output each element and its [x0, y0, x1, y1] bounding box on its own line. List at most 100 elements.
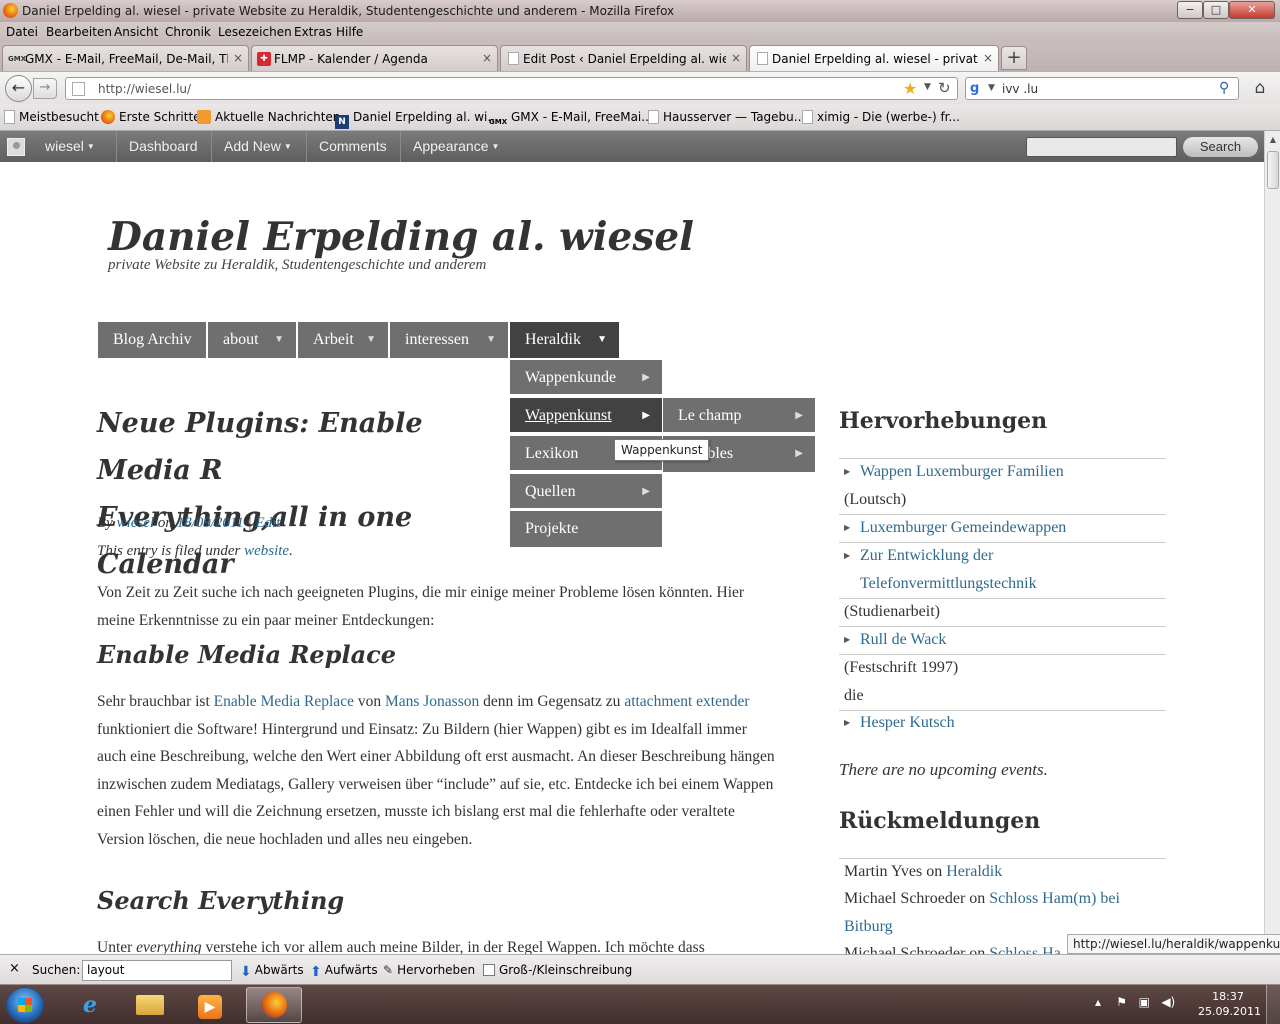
- tab-close-icon[interactable]: ×: [482, 51, 492, 65]
- nav-about[interactable]: about ▼: [208, 322, 296, 358]
- admin-dashboard-link[interactable]: Dashboard: [116, 131, 210, 162]
- maximize-button[interactable]: □: [1203, 1, 1229, 19]
- highlight-link-cont[interactable]: Telefonvermittlungstechnik: [860, 570, 1037, 598]
- nav-blog-archiv[interactable]: Blog Archiv: [98, 322, 206, 358]
- dropdown-wappenkunde[interactable]: Wappenkunde ▶: [510, 360, 662, 396]
- network-icon[interactable]: ▣: [1139, 995, 1150, 1009]
- nav-heraldik[interactable]: Heraldik ▼: [510, 322, 619, 358]
- scrollbar-thumb[interactable]: [1267, 151, 1279, 189]
- bookmark-meistbesucht[interactable]: Meistbesucht: [4, 110, 99, 124]
- taskbar-clock[interactable]: 18:37 25.09.2011: [1198, 989, 1261, 1019]
- admin-comments-link[interactable]: Comments: [306, 131, 399, 162]
- admin-appearance-menu[interactable]: Appearance ▼: [400, 131, 511, 162]
- highlight-item[interactable]: ▶ Rull de Wack: [844, 626, 946, 654]
- search-bar[interactable]: g ▼ ivv .lu ⚲: [965, 77, 1239, 100]
- flag-icon[interactable]: ⚑: [1116, 995, 1127, 1009]
- home-button[interactable]: ⌂: [1247, 78, 1273, 99]
- url-text[interactable]: http://wiesel.lu/: [98, 82, 191, 96]
- match-case-checkbox[interactable]: Groß-/Kleinschreibung: [483, 963, 632, 977]
- bookmark-gmx[interactable]: GMX GMX - E-Mail, FreeMai...: [489, 110, 653, 129]
- link-attachment-extender[interactable]: attachment extender: [624, 693, 749, 710]
- google-icon[interactable]: g: [970, 81, 986, 97]
- dropdown-wappenkunst[interactable]: Wappenkunst ▶: [510, 398, 662, 434]
- menu-ansicht[interactable]: Ansicht: [114, 25, 158, 39]
- volume-icon[interactable]: ◀): [1161, 995, 1175, 1009]
- admin-search-input[interactable]: [1026, 137, 1177, 157]
- bookmark-ximig[interactable]: ximig - Die (werbe-) fr...: [802, 110, 960, 124]
- bookmark-erste-schritte[interactable]: Erste Schritte: [101, 110, 201, 124]
- dropdown-quellen[interactable]: Quellen ▶: [510, 474, 662, 510]
- back-button[interactable]: ←: [5, 75, 32, 102]
- find-input[interactable]: layout: [82, 960, 232, 981]
- highlight-link[interactable]: Hesper Kutsch: [860, 714, 955, 731]
- highlight-all-button[interactable]: ✎ Hervorheben: [383, 963, 475, 977]
- dropdown-projekte[interactable]: Projekte: [510, 511, 662, 547]
- highlight-item[interactable]: ▶ Hesper Kutsch: [844, 709, 955, 737]
- find-prev-button[interactable]: ⬆ Aufwärts: [310, 963, 378, 980]
- highlight-item[interactable]: ▶ Zur Entwicklung der: [844, 542, 993, 570]
- bookmark-hausserver[interactable]: Hausserver — Tagebu...: [648, 110, 805, 124]
- highlight-item[interactable]: ▶ Luxemburger Gemeindewappen: [844, 514, 1066, 542]
- show-desktop-button[interactable]: [1266, 985, 1280, 1024]
- post-date-link[interactable]: 18/09/2011: [177, 515, 244, 531]
- highlight-link[interactable]: Luxemburger Gemeindewappen: [860, 519, 1066, 536]
- highlight-link[interactable]: Wappen Luxemburger Familien: [860, 463, 1064, 480]
- admin-add-new-menu[interactable]: Add New ▼: [211, 131, 304, 162]
- ie-taskbar-icon[interactable]: e: [62, 987, 118, 1023]
- tab-flmp[interactable]: ✚ FLMP - Kalender / Agenda ×: [251, 45, 498, 71]
- page-scrollbar[interactable]: ▲: [1264, 131, 1280, 954]
- bookmark-star-icon[interactable]: ★: [903, 79, 917, 98]
- chevron-down-icon[interactable]: ▼: [924, 82, 931, 92]
- highlight-link[interactable]: Telefonvermittlungstechnik: [860, 575, 1037, 592]
- search-input[interactable]: ivv .lu: [1002, 82, 1038, 96]
- explorer-taskbar-icon[interactable]: [122, 987, 178, 1023]
- scroll-up-icon[interactable]: ▲: [1265, 131, 1280, 148]
- reload-icon[interactable]: ↻: [938, 79, 951, 97]
- site-title[interactable]: Daniel Erpelding al. wiesel: [108, 214, 694, 260]
- minimize-button[interactable]: −: [1177, 1, 1203, 19]
- avatar[interactable]: [7, 138, 25, 156]
- tray-expand-icon[interactable]: ▴: [1095, 995, 1101, 1009]
- comment-post-link[interactable]: Schloss Ham(m) bei: [989, 890, 1120, 907]
- menu-hilfe[interactable]: Hilfe: [336, 25, 363, 39]
- start-button[interactable]: [6, 987, 44, 1023]
- submenu-le-champ[interactable]: Le champ ▶: [663, 398, 815, 434]
- tab-close-icon[interactable]: ×: [233, 51, 243, 65]
- close-window-button[interactable]: ✕: [1229, 1, 1275, 19]
- nav-arbeit[interactable]: Arbeit ▼: [298, 322, 388, 358]
- tab-gmx[interactable]: GMX GMX - E-Mail, FreeMail, De-Mail, The…: [2, 45, 249, 71]
- menu-bearbeiten[interactable]: Bearbeiten: [46, 25, 112, 39]
- tab-edit-post[interactable]: Edit Post ‹ Daniel Erpelding al. wiesel …: [500, 45, 747, 71]
- bookmark-daniel-erpelding[interactable]: N Daniel Erpelding al. wi...: [335, 110, 499, 129]
- forward-button[interactable]: →: [33, 78, 57, 99]
- nav-interessen[interactable]: interessen ▼: [390, 322, 508, 358]
- search-icon[interactable]: ⚲: [1219, 80, 1229, 96]
- highlight-link[interactable]: Rull de Wack: [860, 631, 946, 648]
- menu-datei[interactable]: Datei: [6, 25, 38, 39]
- post-author-link[interactable]: wiesel: [117, 515, 155, 531]
- chevron-down-icon[interactable]: ▼: [988, 83, 995, 93]
- find-next-button[interactable]: ⬇ Abwärts: [240, 963, 304, 980]
- post-edit-link[interactable]: Edit: [255, 515, 280, 531]
- new-tab-button[interactable]: +: [1001, 46, 1027, 70]
- link-enable-media-replace[interactable]: Enable Media Replace: [214, 693, 354, 710]
- menu-extras[interactable]: Extras: [294, 25, 332, 39]
- link-mans-jonasson[interactable]: Mans Jonasson: [385, 693, 479, 710]
- tab-wiesel-active[interactable]: Daniel Erpelding al. wiesel - private ..…: [749, 45, 999, 71]
- tab-close-icon[interactable]: ×: [731, 51, 741, 65]
- comment-post-link[interactable]: Heraldik: [946, 863, 1002, 880]
- comment-post-link[interactable]: Bitburg: [844, 918, 893, 935]
- bookmark-aktuelle-nachrichten[interactable]: Aktuelle Nachrichten: [197, 110, 340, 124]
- category-link[interactable]: website: [244, 543, 289, 559]
- media-player-taskbar-icon[interactable]: ▶: [182, 987, 238, 1023]
- tab-close-icon[interactable]: ×: [983, 51, 993, 65]
- admin-search-button[interactable]: Search: [1183, 137, 1258, 157]
- firefox-taskbar-icon[interactable]: [246, 987, 302, 1023]
- highlight-item[interactable]: ▶ Wappen Luxemburger Familien: [844, 458, 1064, 486]
- menu-lesezeichen[interactable]: Lesezeichen: [218, 25, 292, 39]
- checkbox-box[interactable]: [483, 964, 495, 976]
- url-bar[interactable]: http://wiesel.lu/ ★ ▼ ↻: [65, 77, 958, 100]
- admin-user-menu[interactable]: wiesel ▼: [33, 131, 107, 162]
- highlight-link[interactable]: Zur Entwicklung der: [860, 547, 993, 564]
- close-findbar-icon[interactable]: ×: [9, 961, 20, 976]
